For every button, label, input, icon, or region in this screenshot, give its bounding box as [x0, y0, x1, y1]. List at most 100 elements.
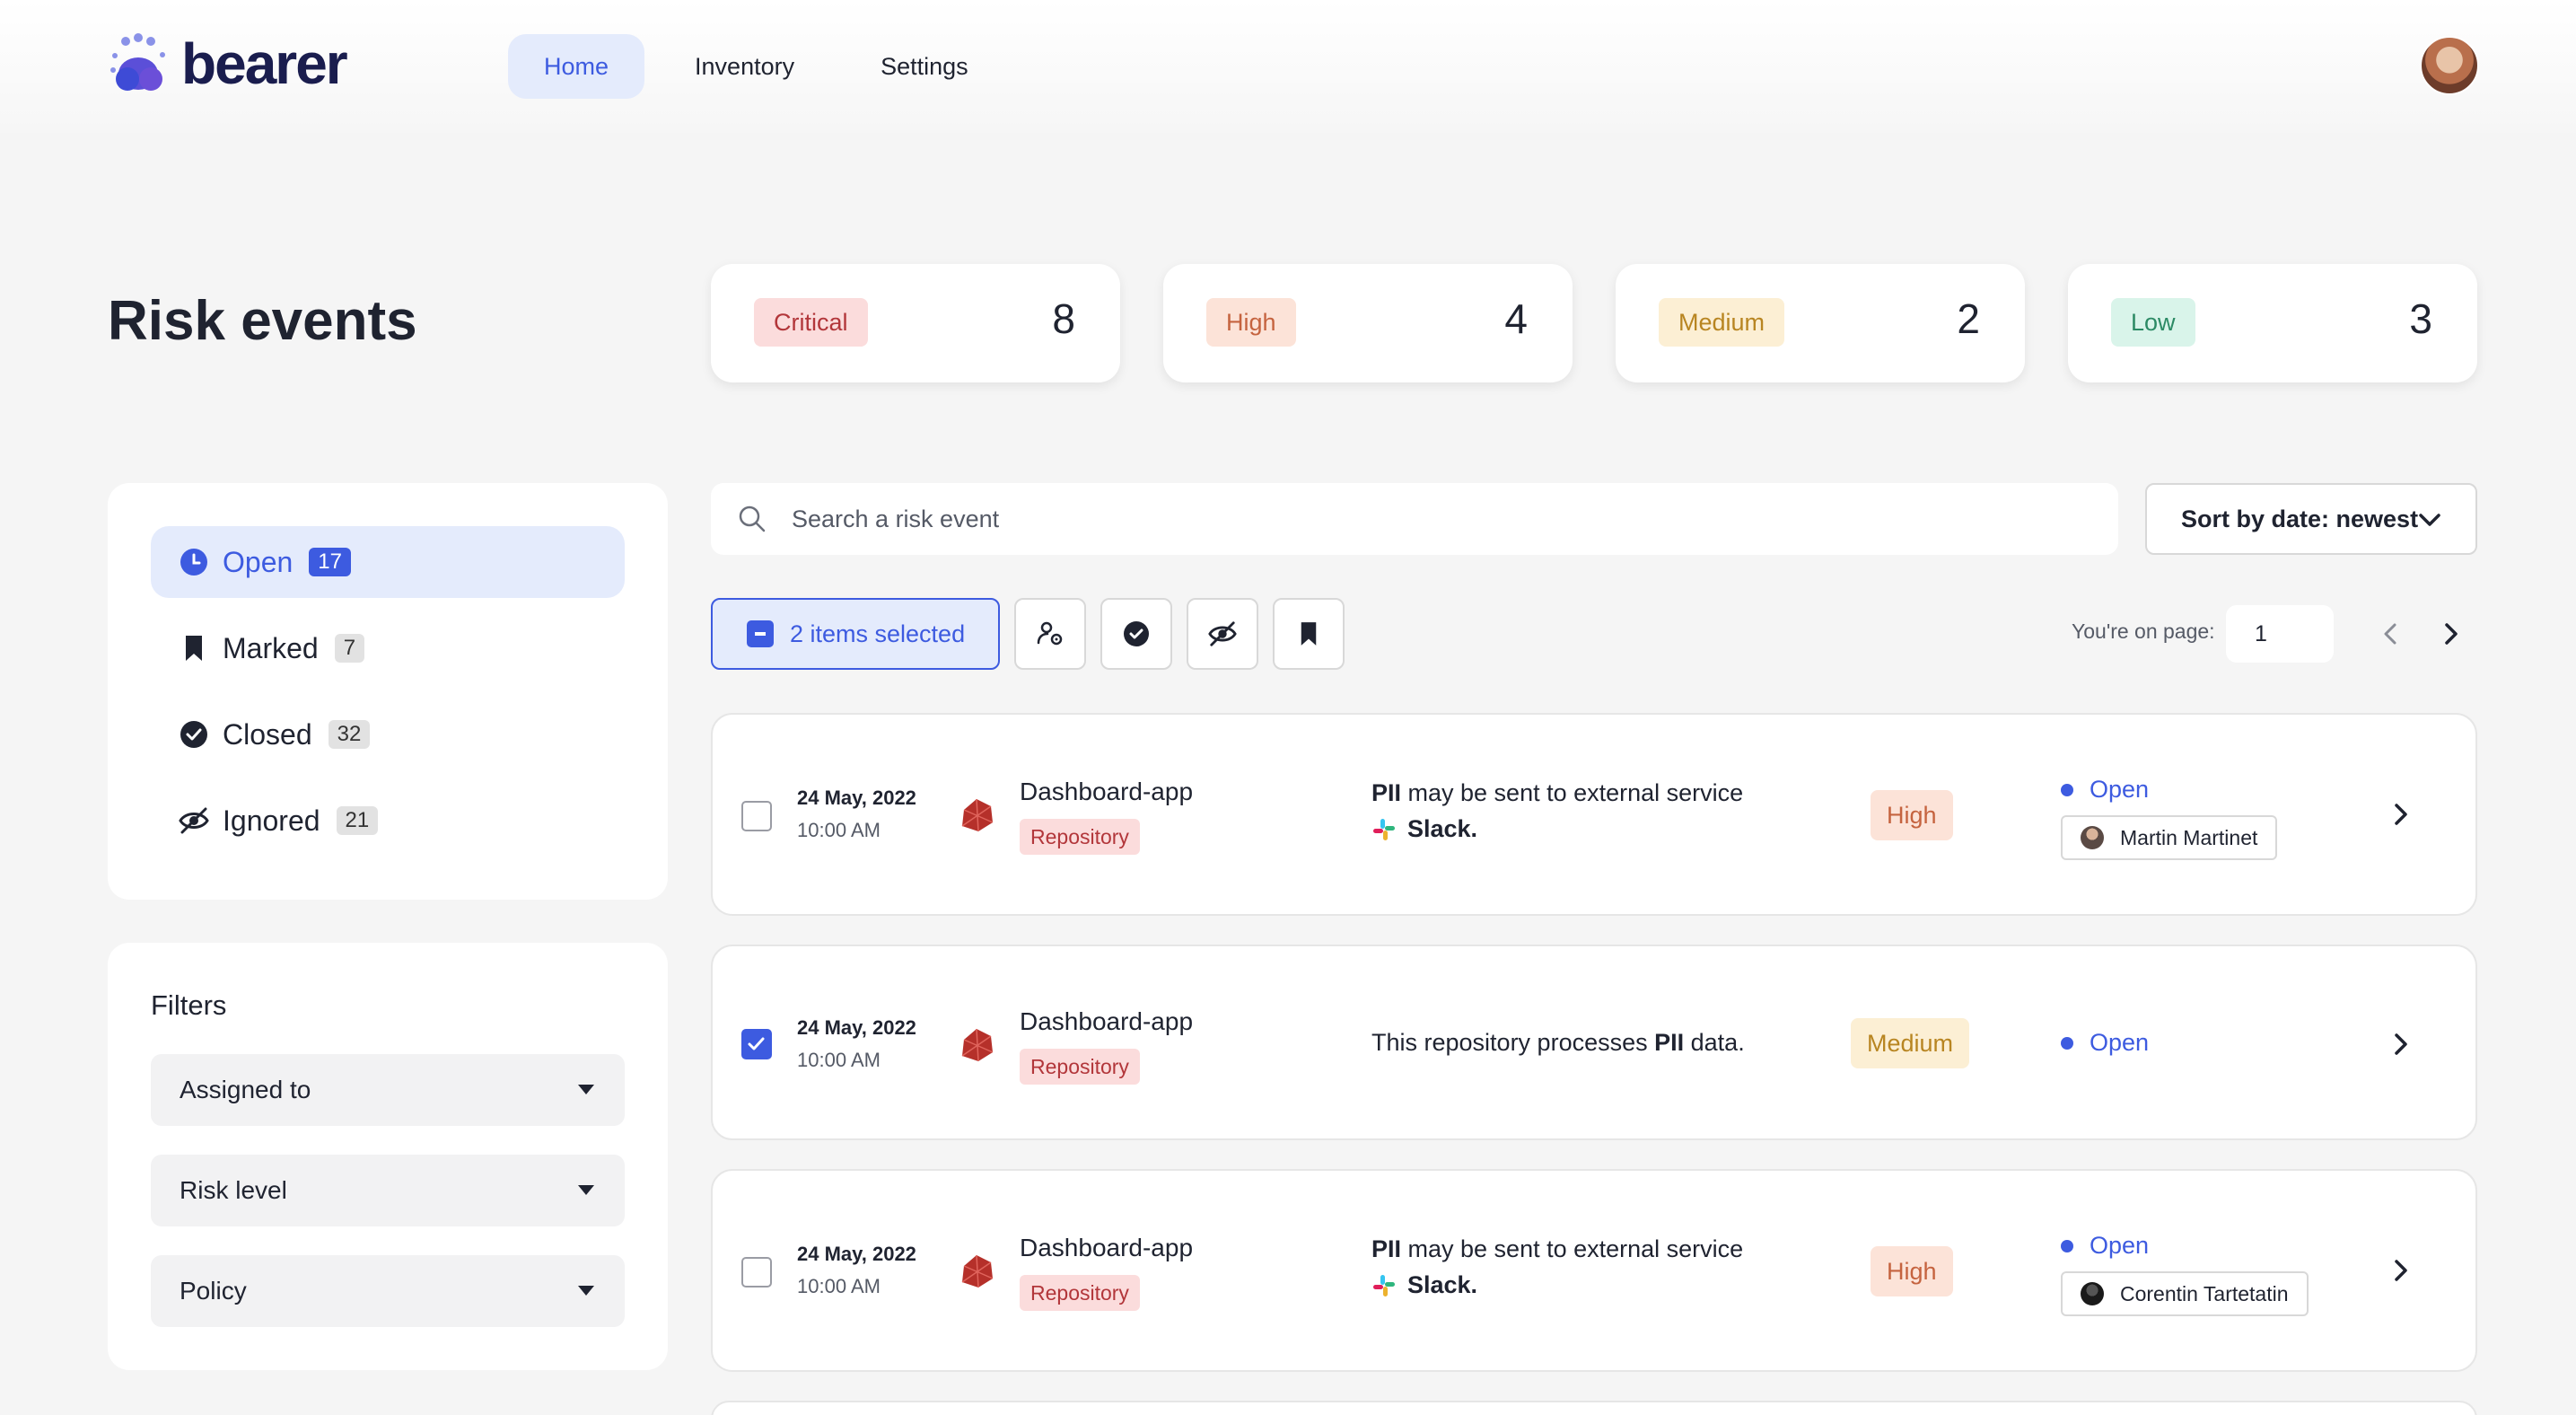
- high-count: 4: [1504, 295, 1528, 342]
- status-label: Open: [2090, 1029, 2150, 1056]
- external-service: Slack.: [1371, 815, 1477, 843]
- status-panel: Open 17 Marked 7 Closed 32 Ignored 21: [108, 483, 668, 900]
- caret-down-icon: [578, 1085, 594, 1094]
- caret-down-icon: [578, 1185, 594, 1195]
- chevron-right-icon[interactable]: [2386, 1029, 2416, 1059]
- main-nav: Home Inventory Settings: [508, 34, 1019, 99]
- summary-card-medium[interactable]: Medium 2: [1616, 264, 2025, 382]
- chevron-left-icon[interactable]: [2375, 618, 2407, 650]
- chevron-right-icon[interactable]: [2386, 799, 2416, 830]
- summary-card-high[interactable]: High 4: [1163, 264, 1573, 382]
- close-events-button[interactable]: [1100, 598, 1172, 670]
- medium-badge: Medium: [1659, 298, 1785, 347]
- repo-name[interactable]: Dashboard-app: [1020, 1234, 1193, 1262]
- summary-card-critical[interactable]: Critical 8: [711, 264, 1120, 382]
- nav-settings[interactable]: Settings: [845, 34, 1004, 99]
- risk-event-row[interactable]: 24 May, 2022 10:00 AM Dashboard-app Repo…: [711, 945, 2477, 1140]
- status-closed[interactable]: Closed 32: [151, 699, 625, 770]
- service-name: Slack.: [1407, 1271, 1478, 1298]
- filters-title: Filters: [151, 989, 227, 1021]
- risk-event-row[interactable]: 24 May, 2022 10:00 AM Dashboard-app Repo…: [711, 713, 2477, 916]
- bookmark-icon: [178, 632, 210, 664]
- status-open-label: Open: [223, 545, 294, 578]
- event-description: This repository processes PII data.: [1371, 1029, 1745, 1057]
- sort-label: Sort by date: newest: [2181, 505, 2419, 532]
- assignee-chip[interactable]: Martin Martinet: [2061, 815, 2278, 860]
- status-ignored[interactable]: Ignored 21: [151, 785, 625, 857]
- check-circle-icon: [178, 718, 210, 751]
- risk-event-row[interactable]: [711, 1401, 2477, 1415]
- page-title: Risk events: [108, 290, 417, 352]
- row-checkbox[interactable]: [741, 1029, 772, 1059]
- checkmark-icon: [748, 1037, 765, 1050]
- bearer-logo-icon: [110, 33, 165, 91]
- status-closed-label: Closed: [223, 717, 312, 751]
- summary-card-low[interactable]: Low 3: [2068, 264, 2477, 382]
- event-time: 10:00 AM: [797, 1275, 881, 1297]
- repo-name[interactable]: Dashboard-app: [1020, 778, 1193, 806]
- user-avatar[interactable]: [2420, 36, 2479, 95]
- top-header: bearer Home Inventory Settings: [0, 0, 2576, 133]
- chevron-right-icon[interactable]: [2434, 618, 2466, 650]
- policy-label: Policy: [180, 1277, 247, 1305]
- deselect-checkbox-icon[interactable]: [747, 620, 774, 647]
- risk-level-dropdown[interactable]: Risk level: [151, 1155, 625, 1226]
- status-open-count: 17: [309, 548, 351, 576]
- status-ignored-label: Ignored: [223, 804, 320, 837]
- bookmark-icon: [1301, 622, 1317, 646]
- status-marked-count: 7: [334, 634, 365, 663]
- risk-level-badge: Medium: [1851, 1018, 1970, 1068]
- event-description: PII may be sent to external service: [1371, 1235, 1743, 1263]
- assigned-to-dropdown[interactable]: Assigned to: [151, 1054, 625, 1126]
- status-label: Open: [2090, 776, 2150, 803]
- eye-off-icon: [178, 804, 210, 837]
- event-date: 24 May, 2022: [797, 1243, 916, 1265]
- low-count: 3: [2409, 295, 2432, 342]
- bearer-logo[interactable]: bearer: [106, 31, 348, 96]
- slack-icon: [1373, 818, 1395, 840]
- risk-level-label: Risk level: [180, 1176, 287, 1204]
- caret-down-icon: [578, 1286, 594, 1296]
- status-open[interactable]: Open 17: [151, 526, 625, 598]
- items-selected-button[interactable]: 2 items selected: [711, 598, 1000, 670]
- event-time: 10:00 AM: [797, 1049, 881, 1071]
- event-date: 24 May, 2022: [797, 787, 916, 809]
- page-label: You're on page:: [2072, 620, 2215, 643]
- ruby-repo-icon: [961, 798, 994, 832]
- search-input[interactable]: [792, 494, 2084, 544]
- assigned-to-label: Assigned to: [180, 1076, 311, 1103]
- ignore-events-button[interactable]: [1187, 598, 1258, 670]
- status-closed-count: 32: [328, 720, 371, 749]
- nav-home[interactable]: Home: [508, 34, 645, 99]
- event-status: Open: [2061, 1232, 2149, 1260]
- event-status: Open: [2061, 1029, 2149, 1057]
- policy-dropdown[interactable]: Policy: [151, 1255, 625, 1327]
- assignee-chip[interactable]: Corentin Tartetatin: [2061, 1271, 2309, 1316]
- high-badge: High: [1206, 298, 1296, 347]
- critical-count: 8: [1052, 295, 1075, 342]
- risk-level-badge: High: [1871, 790, 1953, 840]
- clock-icon: [178, 546, 210, 578]
- event-status: Open: [2061, 776, 2149, 804]
- row-checkbox[interactable]: [741, 1257, 772, 1288]
- status-dot: [2061, 1239, 2073, 1252]
- row-checkbox[interactable]: [741, 801, 772, 831]
- mark-events-button[interactable]: [1273, 598, 1345, 670]
- desc-post: data.: [1684, 1029, 1745, 1056]
- page-number-input[interactable]: 1: [2226, 605, 2334, 663]
- status-marked[interactable]: Marked 7: [151, 612, 625, 684]
- logo-text: bearer: [181, 31, 348, 96]
- medium-count: 2: [1957, 295, 1980, 342]
- desc-rest: may be sent to external service: [1401, 1235, 1744, 1262]
- repo-type-badge: Repository: [1020, 1275, 1140, 1311]
- assign-user-icon: [1037, 621, 1063, 646]
- items-selected-label: 2 items selected: [790, 620, 966, 647]
- risk-event-row[interactable]: 24 May, 2022 10:00 AM Dashboard-app Repo…: [711, 1169, 2477, 1372]
- sort-dropdown[interactable]: Sort by date: newest: [2145, 483, 2477, 555]
- repo-name[interactable]: Dashboard-app: [1020, 1007, 1193, 1036]
- assign-user-button[interactable]: [1014, 598, 1086, 670]
- ruby-repo-icon: [961, 1254, 994, 1288]
- chevron-right-icon[interactable]: [2386, 1255, 2416, 1286]
- nav-inventory[interactable]: Inventory: [659, 34, 830, 99]
- desc-bold: PII: [1371, 1235, 1402, 1262]
